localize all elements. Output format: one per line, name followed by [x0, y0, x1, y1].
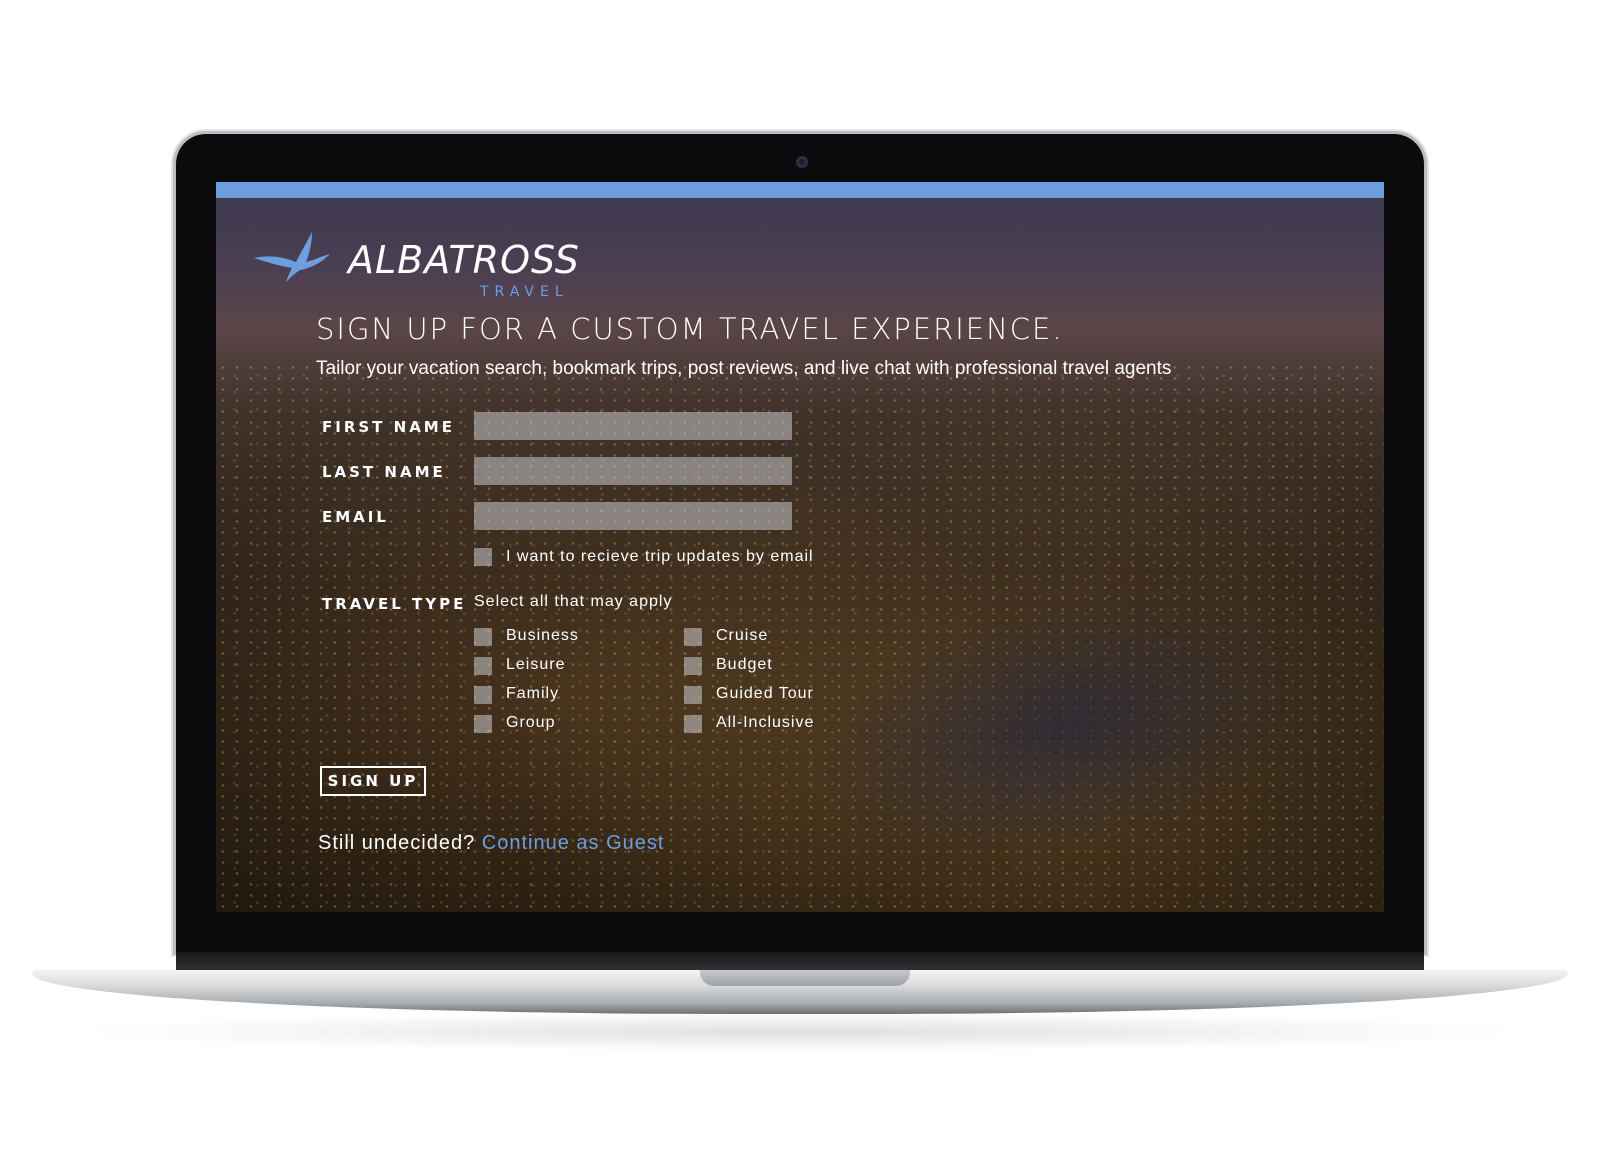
- budget-label: Budget: [716, 656, 773, 673]
- family-checkbox[interactable]: [474, 686, 492, 704]
- cruise-label: Cruise: [716, 627, 769, 644]
- email-field[interactable]: [474, 502, 792, 530]
- guest-prompt-text: Still undecided?: [318, 832, 476, 854]
- email-label: EMAIL: [322, 508, 389, 526]
- laptop-notch: [700, 970, 910, 986]
- albatross-bird-icon: [254, 232, 330, 282]
- last-name-field[interactable]: [474, 457, 792, 485]
- travel-type-label: TRAVEL TYPE: [322, 595, 467, 613]
- email-updates-checkbox[interactable]: [474, 548, 492, 566]
- family-label: Family: [506, 685, 560, 702]
- last-name-label: LAST NAME: [322, 463, 446, 481]
- cruise-checkbox[interactable]: [684, 628, 702, 646]
- travel-type-helper: Select all that may apply: [474, 593, 673, 610]
- laptop-shadow: [60, 1012, 1540, 1052]
- email-updates-label: I want to recieve trip updates by email: [506, 548, 814, 565]
- group-label: Group: [506, 714, 556, 731]
- guest-prompt: Still undecided? Continue as Guest: [318, 832, 664, 855]
- continue-as-guest-link[interactable]: Continue as Guest: [482, 832, 665, 854]
- top-accent-bar: [216, 182, 1384, 198]
- signup-page: ALBATROSS TRAVEL SIGN UP FOR A CUSTOM TR…: [216, 182, 1384, 912]
- leisure-label: Leisure: [506, 656, 566, 673]
- first-name-field[interactable]: [474, 412, 792, 440]
- group-checkbox[interactable]: [474, 715, 492, 733]
- sign-up-button[interactable]: SIGN UP: [320, 766, 426, 796]
- page-headline: SIGN UP FOR A CUSTOM TRAVEL EXPERIENCE.: [316, 312, 1064, 346]
- laptop-hinge: [176, 952, 1424, 970]
- all-inclusive-checkbox[interactable]: [684, 715, 702, 733]
- budget-checkbox[interactable]: [684, 657, 702, 675]
- business-checkbox[interactable]: [474, 628, 492, 646]
- webcam: [796, 156, 808, 168]
- brand-subtitle: TRAVEL: [480, 284, 569, 300]
- all-inclusive-label: All-Inclusive: [716, 714, 815, 731]
- first-name-label: FIRST NAME: [322, 418, 455, 436]
- page-subheadline: Tailor your vacation search, bookmark tr…: [316, 358, 1172, 379]
- guided-tour-label: Guided Tour: [716, 685, 814, 702]
- guided-tour-checkbox[interactable]: [684, 686, 702, 704]
- business-label: Business: [506, 627, 579, 644]
- leisure-checkbox[interactable]: [474, 657, 492, 675]
- brand-name: ALBATROSS: [348, 238, 580, 282]
- brand-logo[interactable]: ALBATROSS TRAVEL: [252, 228, 579, 304]
